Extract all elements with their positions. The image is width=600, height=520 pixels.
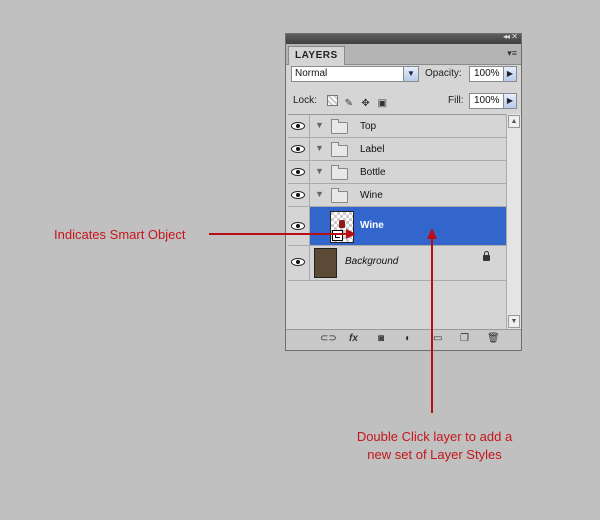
expand-triangle-icon[interactable]: ▼ bbox=[315, 143, 324, 153]
annotation-arrow-up bbox=[431, 238, 433, 413]
lock-icons: ✎ ✥ ▣ bbox=[325, 95, 389, 109]
arrowhead-icon bbox=[346, 229, 356, 239]
opacity-arrow-icon[interactable]: ▶ bbox=[503, 67, 516, 81]
adjustment-layer-icon[interactable]: ◐ bbox=[405, 333, 411, 344]
lock-all-icon[interactable]: ▣ bbox=[375, 98, 389, 109]
opacity-label: Opacity: bbox=[425, 68, 462, 79]
layer-row-bottle[interactable]: ▼ Bottle bbox=[288, 161, 506, 184]
layer-row-background[interactable]: Background bbox=[288, 246, 506, 281]
eye-icon bbox=[291, 145, 305, 153]
eye-icon bbox=[291, 258, 305, 266]
folder-icon bbox=[331, 188, 348, 203]
layer-row-wine-smart-object[interactable]: Wine bbox=[288, 207, 506, 246]
expand-triangle-icon[interactable]: ▼ bbox=[315, 189, 324, 199]
tab-row: LAYERS ▾≡ bbox=[286, 44, 521, 65]
layer-name: Wine bbox=[360, 220, 384, 231]
lock-label: Lock: bbox=[293, 95, 317, 106]
layer-name: Top bbox=[360, 121, 377, 132]
blend-mode-select[interactable]: Normal ▼ bbox=[291, 66, 419, 82]
layers-panel: ◂◂ ✕ LAYERS ▾≡ Normal ▼ Opacity: 100% ▶ … bbox=[285, 32, 522, 351]
folder-icon bbox=[331, 119, 348, 134]
lock-transparent-icon[interactable] bbox=[325, 95, 339, 109]
panel-footer: ⊂⊃ fx ◙ ◐ ▭ ❐ 🗑 bbox=[286, 329, 521, 350]
visibility-toggle[interactable] bbox=[288, 115, 310, 137]
fill-label: Fill: bbox=[448, 95, 464, 106]
close-icon[interactable]: ✕ bbox=[511, 32, 518, 41]
visibility-toggle[interactable] bbox=[288, 161, 310, 183]
smart-object-annotation: Indicates Smart Object bbox=[54, 227, 186, 242]
bottle-icon bbox=[339, 220, 345, 228]
folder-icon bbox=[331, 165, 348, 180]
lock-icon bbox=[483, 251, 490, 261]
blend-mode-value: Normal bbox=[295, 68, 328, 79]
collapse-icon[interactable]: ◂◂ bbox=[503, 32, 510, 41]
fill-arrow-icon[interactable]: ▶ bbox=[503, 94, 516, 108]
layer-name: Wine bbox=[360, 190, 383, 201]
expand-triangle-icon[interactable]: ▼ bbox=[315, 166, 324, 176]
eye-icon bbox=[291, 222, 305, 230]
panel-menu-icon[interactable]: ▾≡ bbox=[507, 48, 517, 59]
opacity-field[interactable]: 100% ▶ bbox=[469, 66, 517, 82]
new-layer-icon[interactable]: ❐ bbox=[460, 333, 469, 344]
lock-position-icon[interactable]: ✥ bbox=[359, 98, 373, 109]
expand-triangle-icon[interactable]: ▼ bbox=[315, 120, 324, 130]
eye-icon bbox=[291, 122, 305, 130]
eye-icon bbox=[291, 168, 305, 176]
fill-value: 100% bbox=[474, 95, 500, 106]
scroll-down-icon[interactable]: ▼ bbox=[508, 315, 520, 328]
double-click-annotation-line1: Double Click layer to add a bbox=[356, 429, 513, 444]
panel-titlebar: ◂◂ ✕ bbox=[286, 32, 521, 44]
annotation-arrow-left bbox=[209, 233, 348, 235]
scroll-up-icon[interactable]: ▲ bbox=[508, 115, 520, 128]
new-group-icon[interactable]: ▭ bbox=[433, 333, 442, 344]
chevron-down-icon[interactable]: ▼ bbox=[403, 67, 418, 81]
add-mask-icon[interactable]: ◙ bbox=[378, 333, 384, 344]
layer-row-top[interactable]: ▼ Top bbox=[288, 115, 506, 138]
fill-field[interactable]: 100% ▶ bbox=[469, 93, 517, 109]
eye-icon bbox=[291, 191, 305, 199]
layer-name: Label bbox=[360, 144, 385, 155]
layers-scrollbar[interactable]: ▲ ▼ bbox=[506, 114, 521, 329]
layer-name: Bottle bbox=[360, 167, 386, 178]
arrowhead-icon bbox=[427, 228, 437, 239]
layer-name: Background bbox=[345, 256, 399, 267]
visibility-toggle[interactable] bbox=[288, 184, 310, 206]
visibility-toggle[interactable] bbox=[288, 138, 310, 160]
layer-row-wine-group[interactable]: ▼ Wine bbox=[288, 184, 506, 207]
trash-icon[interactable]: 🗑 bbox=[487, 333, 500, 344]
visibility-toggle[interactable] bbox=[288, 207, 310, 245]
smart-object-badge-icon bbox=[332, 230, 343, 241]
visibility-toggle[interactable] bbox=[288, 246, 310, 280]
background-thumbnail bbox=[314, 248, 337, 278]
opacity-value: 100% bbox=[474, 68, 500, 79]
folder-icon bbox=[331, 142, 348, 157]
tab-layers[interactable]: LAYERS bbox=[288, 46, 345, 65]
fx-icon[interactable]: fx bbox=[349, 333, 358, 344]
double-click-annotation-line2: new set of Layer Styles bbox=[367, 447, 502, 462]
link-layers-icon[interactable]: ⊂⊃ bbox=[320, 333, 337, 344]
layers-list: ▼ Top ▼ Label ▼ Bottle ▼ Wine Wine Backg… bbox=[288, 114, 506, 330]
lock-paint-icon[interactable]: ✎ bbox=[342, 98, 356, 109]
layer-row-label[interactable]: ▼ Label bbox=[288, 138, 506, 161]
